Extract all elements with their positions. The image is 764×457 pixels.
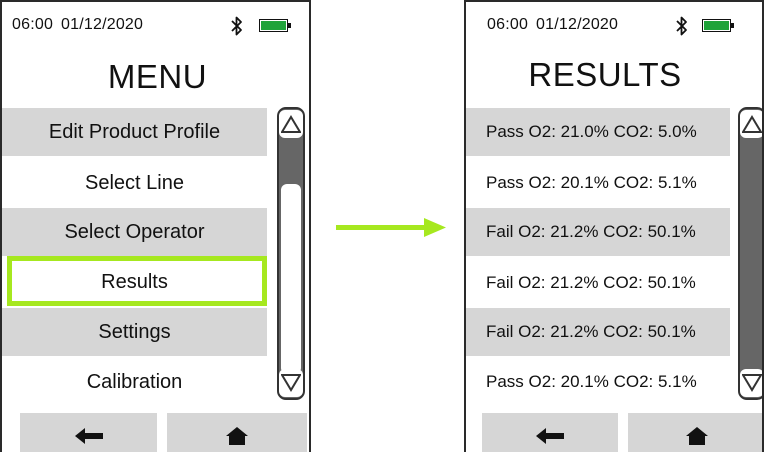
menu-screen: 06:00 01/12/2020 MENU Edit Product Profil…: [0, 0, 311, 452]
home-button[interactable]: [628, 413, 762, 452]
scroll-thumb[interactable]: [281, 184, 301, 374]
battery-level: [261, 21, 286, 30]
time-date: 06:00 01/12/2020: [487, 16, 618, 34]
result-row[interactable]: Fail O2: 21.2% CO2: 50.1%: [466, 208, 730, 256]
arrow-right-icon: [336, 218, 446, 237]
status-bar: 06:00 01/12/2020: [2, 14, 309, 38]
menu-item-edit-product-profile[interactable]: Edit Product Profile: [2, 108, 267, 156]
scroll-down-button[interactable]: [279, 369, 303, 397]
battery-icon: [702, 19, 734, 32]
back-button[interactable]: [482, 413, 618, 452]
clock-time: 06:00: [12, 16, 54, 33]
menu-item-settings[interactable]: Settings: [2, 308, 267, 356]
clock-date: 01/12/2020: [61, 16, 144, 33]
bluetooth-icon: [676, 16, 687, 36]
clock-time: 06:00: [487, 16, 529, 33]
scrollbar[interactable]: [738, 107, 762, 400]
menu-item-results[interactable]: Results: [2, 258, 267, 306]
clock-date: 01/12/2020: [536, 16, 619, 33]
menu-item-select-operator[interactable]: Select Operator: [2, 208, 267, 256]
scroll-up-button[interactable]: [740, 110, 762, 138]
bottom-nav: [2, 413, 309, 452]
bottom-nav: [466, 413, 762, 452]
triangle-down-icon: [281, 374, 301, 392]
result-row[interactable]: Fail O2: 21.2% CO2: 50.1%: [466, 308, 730, 356]
triangle-up-icon: [742, 115, 762, 133]
home-icon: [686, 427, 708, 445]
menu-item-select-line[interactable]: Select Line: [2, 159, 267, 207]
arrow-left-icon: [536, 428, 564, 444]
screen-title: MENU: [107, 58, 208, 95]
result-row[interactable]: Pass O2: 20.1% CO2: 5.1%: [466, 159, 730, 207]
results-screen: 06:00 01/12/2020 RESULTS Pass O2: 21.0% C…: [464, 0, 764, 452]
battery-icon: [259, 19, 291, 32]
back-button[interactable]: [20, 413, 157, 452]
scroll-up-button[interactable]: [279, 110, 303, 138]
result-row[interactable]: Pass O2: 21.0% CO2: 5.0%: [466, 108, 730, 156]
battery-level: [704, 21, 729, 30]
home-button[interactable]: [167, 413, 307, 452]
result-row[interactable]: Fail O2: 21.2% CO2: 50.1%: [466, 259, 730, 307]
scroll-down-button[interactable]: [740, 369, 762, 397]
triangle-up-icon: [281, 115, 301, 133]
scrollbar[interactable]: [277, 107, 305, 400]
triangle-down-icon: [742, 374, 762, 392]
bluetooth-icon: [231, 16, 242, 36]
time-date: 06:00 01/12/2020: [12, 16, 143, 34]
home-icon: [226, 427, 248, 445]
arrow-left-icon: [74, 428, 103, 444]
result-row[interactable]: Pass O2: 20.1% CO2: 5.1%: [466, 358, 730, 406]
menu-item-calibration[interactable]: Calibration: [2, 358, 267, 406]
status-bar: 06:00 01/12/2020: [466, 14, 762, 38]
screen-title: RESULTS: [528, 56, 682, 93]
